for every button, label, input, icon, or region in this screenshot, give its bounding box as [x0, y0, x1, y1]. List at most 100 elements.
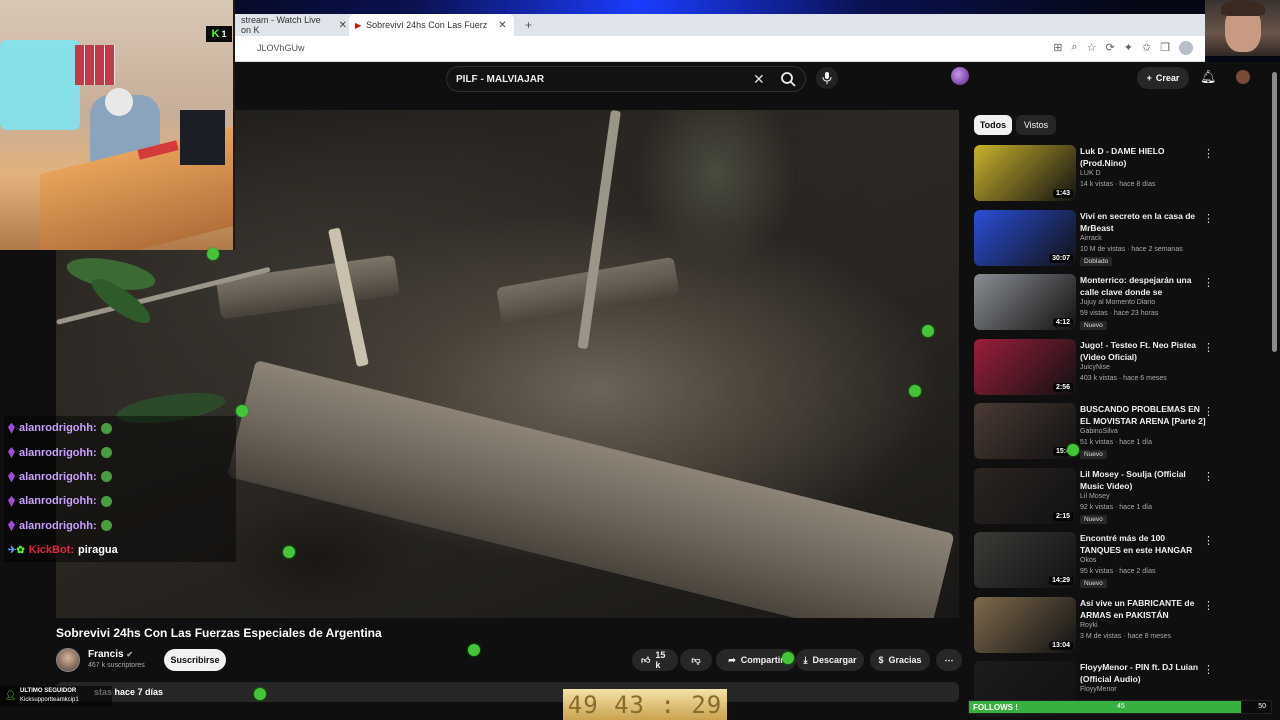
chat-username[interactable]: alanrodrigohh:: [19, 520, 97, 532]
search-input[interactable]: PILF - MALVIAJAR: [456, 74, 544, 85]
recommended-title[interactable]: Encontré más de 100 TANQUES en este HANG…: [1080, 532, 1206, 556]
recommended-channel[interactable]: Okos: [1080, 557, 1096, 564]
plus-icon: +: [1146, 73, 1152, 83]
recommended-title[interactable]: FloyyMenor - PIN ft. DJ Luian (Official …: [1080, 661, 1206, 685]
more-options-icon[interactable]: ⋮: [1203, 599, 1214, 612]
recommended-channel[interactable]: GabinoSilva: [1080, 428, 1118, 435]
notifications-bell-icon[interactable]: 🔔︎: [1200, 69, 1217, 85]
new-tab-icon[interactable]: +: [519, 14, 533, 36]
recommended-video[interactable]: 1:43 Luk D - DAME HIELO (Prod.Nino) LUK D 1…: [974, 145, 1220, 203]
search-box[interactable]: PILF - MALVIAJAR ✕: [446, 66, 806, 92]
video-duration: 4:12: [1052, 318, 1073, 327]
channel-name[interactable]: Francis ✔: [88, 649, 133, 660]
more-options-icon[interactable]: ⋮: [1203, 147, 1214, 160]
webcam-window-light: [0, 40, 80, 130]
create-button[interactable]: + Crear: [1137, 67, 1189, 89]
recommended-video[interactable]: 14:29 Encontré más de 100 TANQUES en este…: [974, 532, 1220, 590]
puzzle-icon[interactable]: ✦: [1124, 41, 1133, 55]
chat-username[interactable]: alanrodrigohh:: [19, 471, 97, 483]
second-webcam: [1205, 0, 1280, 56]
thanks-button[interactable]: $ Gracias: [870, 649, 930, 671]
recommended-video[interactable]: 4:12 Monterrico: despejarán una calle cla…: [974, 274, 1220, 332]
more-options-icon[interactable]: ⋮: [1203, 534, 1214, 547]
video-duration: 1:43: [1052, 189, 1073, 198]
more-options-icon[interactable]: ⋮: [1203, 470, 1214, 483]
video-thumbnail[interactable]: 13:04: [974, 596, 1076, 653]
recommended-channel[interactable]: Jujuy al Momento Diario: [1080, 299, 1155, 306]
extension-badge-icon[interactable]: [951, 67, 969, 85]
video-thumbnail[interactable]: 15:4: [974, 403, 1076, 459]
video-duration: 13:04: [1049, 640, 1073, 650]
recommended-video[interactable]: 15:4 BUSCANDO PROBLEMAS EN EL MOVISTAR AR…: [974, 403, 1220, 461]
profile-avatar[interactable]: [1179, 41, 1193, 55]
more-options-icon[interactable]: ⋮: [1203, 276, 1214, 289]
close-icon[interactable]: ✕: [339, 20, 347, 31]
chat-username[interactable]: alanrodrigohh:: [19, 422, 97, 434]
sub-badge-icon: [8, 422, 15, 434]
browser-tab[interactable]: stream - Watch Live on K ✕: [235, 14, 347, 36]
webcam-monitor: [180, 110, 225, 165]
recommended-video[interactable]: 2:56 Jugo! - Testeo Ft. Neo Pistea (Video…: [974, 338, 1220, 397]
more-options-icon[interactable]: ⋮: [1203, 212, 1214, 225]
microphone-icon[interactable]: [816, 67, 838, 89]
recommended-title[interactable]: Así vive un FABRICANTE de ARMAS en PAKIS…: [1080, 597, 1206, 621]
chat-username[interactable]: alanrodrigohh:: [19, 495, 97, 507]
tab-title: Sobreviví 24hs Con Las Fuerz: [366, 20, 488, 30]
collections-icon[interactable]: ❐: [1160, 41, 1170, 55]
recommended-video[interactable]: 30:07 Viví en secreto en la casa de MrBea…: [974, 209, 1220, 268]
recommended-channel[interactable]: LUK D: [1080, 170, 1101, 177]
recommended-title[interactable]: Viví en secreto en la casa de MrBeast: [1080, 210, 1206, 234]
recommended-meta: 59 vistas · hace 23 horas: [1080, 310, 1159, 317]
refresh-icon[interactable]: ⟳: [1105, 41, 1114, 55]
clear-search-icon[interactable]: ✕: [753, 71, 765, 88]
chat-username[interactable]: KickBot:: [29, 544, 74, 556]
recommended-title[interactable]: BUSCANDO PROBLEMAS EN EL MOVISTAR ARENA …: [1080, 403, 1206, 427]
chip-watched[interactable]: Vistos: [1016, 115, 1056, 135]
more-options-icon[interactable]: ⋮: [1203, 341, 1214, 354]
recommended-video[interactable]: 13:04 Así vive un FABRICANTE de ARMAS en …: [974, 596, 1220, 655]
account-avatar[interactable]: [1236, 70, 1250, 84]
recommended-video[interactable]: 2:15 Lil Mosey - Soulja (Official Music V…: [974, 467, 1220, 526]
recommended-title[interactable]: Monterrico: despejarán una calle clave d…: [1080, 274, 1206, 298]
chip-all[interactable]: Todos: [974, 115, 1012, 135]
video-thumbnail[interactable]: 2:56: [974, 338, 1076, 395]
extensions-icon[interactable]: ⊞: [1053, 41, 1062, 55]
favorites-icon[interactable]: ✩: [1142, 41, 1151, 55]
video-thumbnail[interactable]: 30:07: [974, 209, 1076, 266]
thanks-label: Gracias: [888, 655, 922, 665]
browser-tab-active[interactable]: ▶ Sobreviví 24hs Con Las Fuerz ✕: [349, 14, 514, 36]
recommended-channel[interactable]: FloyyMenor: [1080, 686, 1117, 693]
video-title: Sobrevivi 24hs Con Las Fuerzas Especiale…: [56, 626, 382, 640]
more-options-icon[interactable]: ⋮: [1203, 405, 1214, 418]
like-button[interactable]: 👍︎ 15 k: [632, 649, 678, 671]
recommended-channel[interactable]: Airrack: [1080, 235, 1102, 242]
video-thumbnail[interactable]: 14:29: [974, 532, 1076, 588]
video-thumbnail[interactable]: 1:43: [974, 145, 1076, 201]
recommended-channel[interactable]: Royki: [1080, 622, 1098, 629]
chat-username[interactable]: alanrodrigohh:: [19, 447, 97, 459]
video-thumbnail[interactable]: 2:15: [974, 467, 1076, 524]
download-button[interactable]: ⤓ Descargar: [796, 649, 864, 671]
description-box[interactable]: stas hace 7 días: [56, 682, 959, 702]
scrollbar[interactable]: [1272, 72, 1277, 352]
share-label: Compartir: [740, 655, 784, 665]
recommended-title[interactable]: Lil Mosey - Soulja (Official Music Video…: [1080, 468, 1206, 492]
recommended-channel[interactable]: Lil Mosey: [1080, 493, 1110, 500]
recommended-title[interactable]: Luk D - DAME HIELO (Prod.Nino): [1080, 145, 1206, 169]
zoom-icon[interactable]: ⌕: [1071, 41, 1077, 55]
more-actions-icon[interactable]: ⋯: [936, 649, 962, 671]
channel-avatar[interactable]: [56, 648, 80, 672]
recommended-channel[interactable]: JuicyNise: [1080, 364, 1110, 371]
close-icon[interactable]: ✕: [498, 20, 506, 31]
search-icon[interactable]: [775, 66, 801, 92]
subscribe-button[interactable]: Suscribirse: [164, 649, 226, 671]
recommended-title[interactable]: Jugo! - Testeo Ft. Neo Pistea (Video Ofi…: [1080, 339, 1206, 363]
url-field[interactable]: JLOVhGUw: [257, 43, 305, 53]
dislike-button[interactable]: 👎︎: [680, 649, 712, 671]
recommended-meta: 14 k vistas · hace 8 días: [1080, 181, 1156, 188]
recommended-tag: Nuevo: [1080, 579, 1107, 588]
emote-icon: [100, 447, 112, 459]
video-thumbnail[interactable]: 4:12: [974, 274, 1076, 330]
bookmark-star-icon[interactable]: ☆: [1087, 41, 1097, 55]
more-options-icon[interactable]: ⋮: [1203, 663, 1214, 676]
